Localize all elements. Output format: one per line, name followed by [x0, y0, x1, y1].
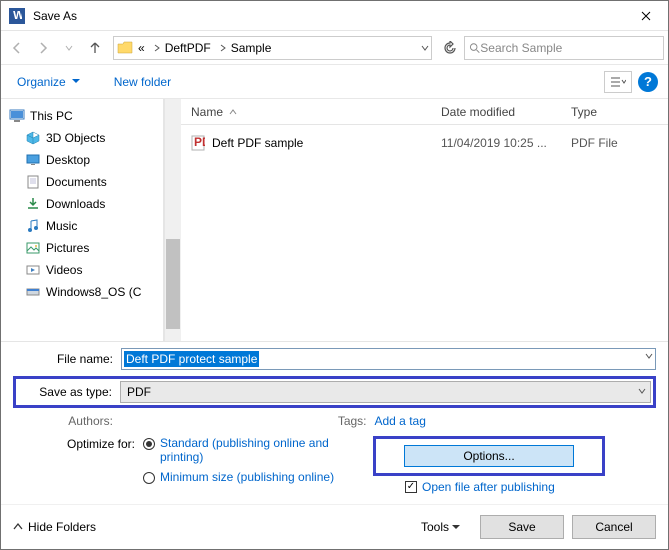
col-name[interactable]: Name [191, 105, 223, 119]
chevron-down-icon [638, 387, 646, 395]
cancel-button[interactable]: Cancel [572, 515, 656, 539]
titlebar: W Save As [1, 1, 668, 31]
tree-music[interactable]: Music [3, 215, 161, 237]
desktop-icon [25, 152, 41, 168]
music-icon [25, 218, 41, 234]
tags-label: Tags: [335, 414, 375, 428]
column-headers: Name Date modified Type [181, 99, 668, 125]
hide-folders-button[interactable]: Hide Folders [13, 520, 96, 534]
crumb-deftpdf[interactable]: DeftPDF [163, 37, 217, 59]
tree-videos[interactable]: Videos [3, 259, 161, 281]
tree-scrollbar[interactable] [164, 99, 181, 341]
nav-tree: This PC 3D Objects Desktop Documents Dow… [1, 99, 164, 341]
list-item[interactable]: PDF Deft PDF sample 11/04/2019 10:25 ...… [181, 131, 668, 155]
radio-button-icon [143, 438, 155, 450]
tree-desktop[interactable]: Desktop [3, 149, 161, 171]
sort-asc-icon [229, 109, 237, 115]
svg-text:PDF: PDF [194, 135, 205, 149]
pc-icon [9, 108, 25, 124]
pictures-icon [25, 240, 41, 256]
tree-drive-c[interactable]: Windows8_OS (C [3, 281, 161, 303]
window-title: Save As [33, 9, 623, 23]
options-button[interactable]: Options... [404, 445, 574, 467]
downloads-icon [25, 196, 41, 212]
cube-icon [25, 130, 41, 146]
back-button[interactable] [5, 36, 29, 60]
recent-dropdown[interactable] [57, 36, 81, 60]
svg-text:W: W [13, 11, 22, 21]
tree-3d-objects[interactable]: 3D Objects [3, 127, 161, 149]
optimize-label: Optimize for: [13, 436, 143, 494]
up-button[interactable] [83, 36, 107, 60]
radio-standard[interactable]: Standard (publishing online and printing… [143, 436, 373, 464]
chevron-right-icon [151, 44, 163, 52]
footer: Hide Folders Tools Save Cancel [1, 504, 668, 549]
save-type-highlight: Save as type: PDF [13, 376, 656, 408]
pdf-icon: PDF [191, 135, 205, 151]
refresh-button[interactable] [438, 36, 462, 60]
chevron-up-icon [13, 522, 23, 532]
body: This PC 3D Objects Desktop Documents Dow… [1, 99, 668, 341]
radio-minimum[interactable]: Minimum size (publishing online) [143, 470, 373, 484]
add-tag-link[interactable]: Add a tag [375, 414, 426, 428]
chevron-right-icon [217, 44, 229, 52]
file-list[interactable]: PDF Deft PDF sample 11/04/2019 10:25 ...… [181, 125, 668, 341]
bottom-panel: File name: Deft PDF protect sample Save … [1, 341, 668, 504]
tree-documents[interactable]: Documents [3, 171, 161, 193]
folder-icon [114, 37, 136, 59]
filename-label: File name: [13, 352, 121, 366]
search-box[interactable] [464, 36, 664, 60]
videos-icon [25, 262, 41, 278]
authors-label: Authors: [13, 414, 121, 428]
help-button[interactable]: ? [638, 72, 658, 92]
nav-bar: « DeftPDF Sample [1, 31, 668, 65]
options-highlight: Options... [373, 436, 605, 476]
col-type[interactable]: Type [571, 105, 668, 119]
word-icon: W [9, 8, 25, 24]
savetype-select[interactable]: PDF [120, 381, 651, 403]
new-folder-button[interactable]: New folder [108, 71, 177, 93]
tools-dropdown[interactable]: Tools [421, 520, 460, 534]
open-after-checkbox[interactable]: Open file after publishing [405, 480, 656, 494]
search-icon [469, 42, 480, 54]
forward-button[interactable] [31, 36, 55, 60]
save-button[interactable]: Save [480, 515, 564, 539]
radio-button-icon [143, 472, 155, 484]
close-button[interactable] [623, 1, 668, 31]
crumb-root[interactable]: « [136, 37, 151, 59]
file-area: Name Date modified Type PDF Deft PDF sam… [181, 99, 668, 341]
crumb-sample[interactable]: Sample [229, 37, 278, 59]
chevron-down-icon[interactable] [419, 44, 431, 52]
savetype-label: Save as type: [18, 385, 120, 399]
documents-icon [25, 174, 41, 190]
chevron-down-icon[interactable] [645, 352, 653, 360]
drive-icon [25, 284, 41, 300]
filename-input[interactable]: Deft PDF protect sample [121, 348, 656, 370]
checkbox-icon [405, 481, 417, 493]
breadcrumb[interactable]: « DeftPDF Sample [113, 36, 432, 60]
toolbar: Organize New folder ? [1, 65, 668, 99]
tree-this-pc[interactable]: This PC [3, 105, 161, 127]
col-date[interactable]: Date modified [441, 105, 571, 119]
tree-pictures[interactable]: Pictures [3, 237, 161, 259]
tree-downloads[interactable]: Downloads [3, 193, 161, 215]
save-as-dialog: W Save As « DeftPDF Sample Organize [0, 0, 669, 550]
search-input[interactable] [480, 41, 659, 55]
organize-button[interactable]: Organize [11, 71, 86, 93]
view-options-button[interactable] [604, 71, 632, 93]
